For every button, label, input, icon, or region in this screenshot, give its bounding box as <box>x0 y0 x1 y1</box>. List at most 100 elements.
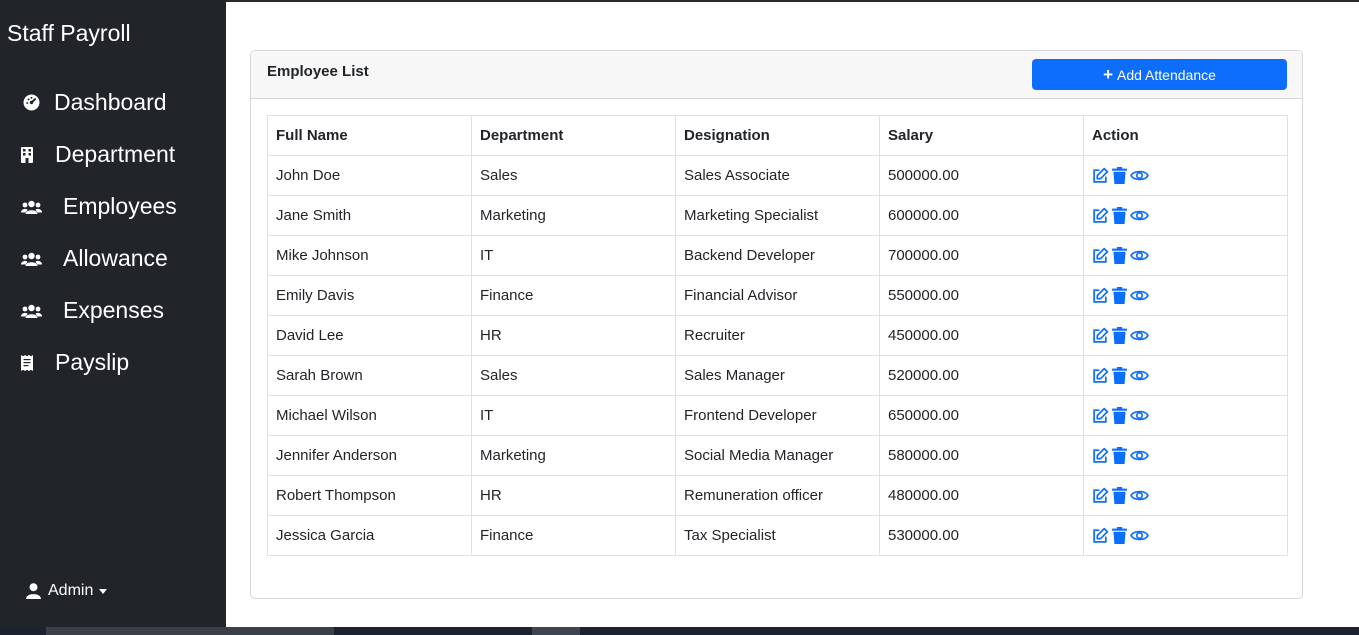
cell-salary: 700000.00 <box>879 235 1084 276</box>
sidebar-item-label: Department <box>55 141 176 167</box>
cell-department: Marketing <box>471 435 676 476</box>
sidebar-item-allowance[interactable]: Allowance <box>20 245 168 272</box>
cell-department: IT <box>471 235 676 276</box>
sidebar: Staff Payroll Dashboard Department Emplo… <box>0 0 226 635</box>
trash-icon[interactable] <box>1112 287 1127 304</box>
table-row: John Doe Sales Sales Associate 500000.00 <box>267 155 1288 196</box>
table-row: Mike Johnson IT Backend Developer 700000.00 <box>267 235 1288 276</box>
edit-icon[interactable] <box>1092 407 1109 424</box>
trash-icon[interactable] <box>1112 447 1127 464</box>
users-icon <box>20 196 42 218</box>
card-title: Employee List <box>267 63 369 80</box>
eye-icon[interactable] <box>1130 287 1149 304</box>
trash-icon[interactable] <box>1112 247 1127 264</box>
table-row: Sarah Brown Sales Sales Manager 520000.00 <box>267 355 1288 396</box>
cell-designation: Backend Developer <box>675 235 880 276</box>
cell-salary: 500000.00 <box>879 155 1084 196</box>
cell-full-name: Sarah Brown <box>267 355 472 396</box>
cell-actions <box>1083 155 1288 196</box>
eye-icon[interactable] <box>1130 207 1149 224</box>
sidebar-item-department[interactable]: Department <box>20 141 175 168</box>
edit-icon[interactable] <box>1092 287 1109 304</box>
edit-icon[interactable] <box>1092 247 1109 264</box>
sidebar-item-label: Payslip <box>55 349 130 375</box>
eye-icon[interactable] <box>1130 447 1149 464</box>
table-row: Jane Smith Marketing Marketing Specialist 6… <box>267 195 1288 236</box>
table-row: Michael Wilson IT Frontend Developer 650000… <box>267 395 1288 436</box>
eye-icon[interactable] <box>1130 527 1149 544</box>
edit-icon[interactable] <box>1092 207 1109 224</box>
trash-icon[interactable] <box>1112 527 1127 544</box>
card-header: Employee List + Add Attendance <box>251 51 1302 99</box>
add-attendance-button[interactable]: + Add Attendance <box>1032 59 1287 90</box>
trash-icon[interactable] <box>1112 167 1127 184</box>
cell-department: HR <box>471 475 676 516</box>
trash-icon[interactable] <box>1112 487 1127 504</box>
cell-department: IT <box>471 395 676 436</box>
trash-icon[interactable] <box>1112 407 1127 424</box>
cell-actions <box>1083 515 1288 556</box>
app-title[interactable]: Staff Payroll <box>7 20 131 47</box>
eye-icon[interactable] <box>1130 367 1149 384</box>
row-actions <box>1092 247 1279 264</box>
sidebar-item-employees[interactable]: Employees <box>20 193 177 220</box>
trash-icon[interactable] <box>1112 207 1127 224</box>
cell-actions <box>1083 315 1288 356</box>
building-icon <box>20 144 34 166</box>
edit-icon[interactable] <box>1092 367 1109 384</box>
cell-department: HR <box>471 315 676 356</box>
cell-full-name: John Doe <box>267 155 472 196</box>
sidebar-item-payslip[interactable]: Payslip <box>20 349 129 376</box>
cell-designation: Social Media Manager <box>675 435 880 476</box>
row-actions <box>1092 447 1279 464</box>
column-header-full-name: Full Name <box>267 115 472 156</box>
cell-salary: 580000.00 <box>879 435 1084 476</box>
row-actions <box>1092 287 1279 304</box>
cell-designation: Sales Associate <box>675 155 880 196</box>
table-row: David Lee HR Recruiter 450000.00 <box>267 315 1288 356</box>
column-header-salary: Salary <box>879 115 1084 156</box>
users-icon <box>20 248 42 270</box>
taskbar <box>0 627 1359 635</box>
cell-department: Sales <box>471 155 676 196</box>
user-menu-toggle[interactable]: Admin <box>26 582 108 600</box>
eye-icon[interactable] <box>1130 407 1149 424</box>
column-header-designation: Designation <box>675 115 880 156</box>
cell-actions <box>1083 355 1288 396</box>
cell-actions <box>1083 275 1288 316</box>
row-actions <box>1092 207 1279 224</box>
tachometer-icon <box>20 92 42 114</box>
taskbar-segment <box>46 627 334 635</box>
trash-icon[interactable] <box>1112 367 1127 384</box>
sidebar-item-label: Dashboard <box>54 89 167 115</box>
table-row: Jennifer Anderson Marketing Social Media M… <box>267 435 1288 476</box>
cell-actions <box>1083 195 1288 236</box>
cell-salary: 650000.00 <box>879 395 1084 436</box>
caret-down-icon <box>99 588 108 594</box>
cell-department: Marketing <box>471 195 676 236</box>
edit-icon[interactable] <box>1092 487 1109 504</box>
cell-salary: 450000.00 <box>879 315 1084 356</box>
cell-salary: 480000.00 <box>879 475 1084 516</box>
sidebar-item-dashboard[interactable]: Dashboard <box>20 89 167 116</box>
add-attendance-label: Add Attendance <box>1117 66 1216 83</box>
sidebar-item-expenses[interactable]: Expenses <box>20 297 164 324</box>
edit-icon[interactable] <box>1092 447 1109 464</box>
row-actions <box>1092 327 1279 344</box>
eye-icon[interactable] <box>1130 167 1149 184</box>
cell-salary: 550000.00 <box>879 275 1084 316</box>
eye-icon[interactable] <box>1130 487 1149 504</box>
eye-icon[interactable] <box>1130 247 1149 264</box>
cell-designation: Recruiter <box>675 315 880 356</box>
edit-icon[interactable] <box>1092 527 1109 544</box>
edit-icon[interactable] <box>1092 167 1109 184</box>
cell-full-name: Michael Wilson <box>267 395 472 436</box>
trash-icon[interactable] <box>1112 327 1127 344</box>
eye-icon[interactable] <box>1130 327 1149 344</box>
row-actions <box>1092 487 1279 504</box>
edit-icon[interactable] <box>1092 327 1109 344</box>
user-menu-label: Admin <box>48 582 94 599</box>
cell-designation: Marketing Specialist <box>675 195 880 236</box>
users-icon <box>20 300 42 322</box>
column-header-action: Action <box>1083 115 1288 156</box>
